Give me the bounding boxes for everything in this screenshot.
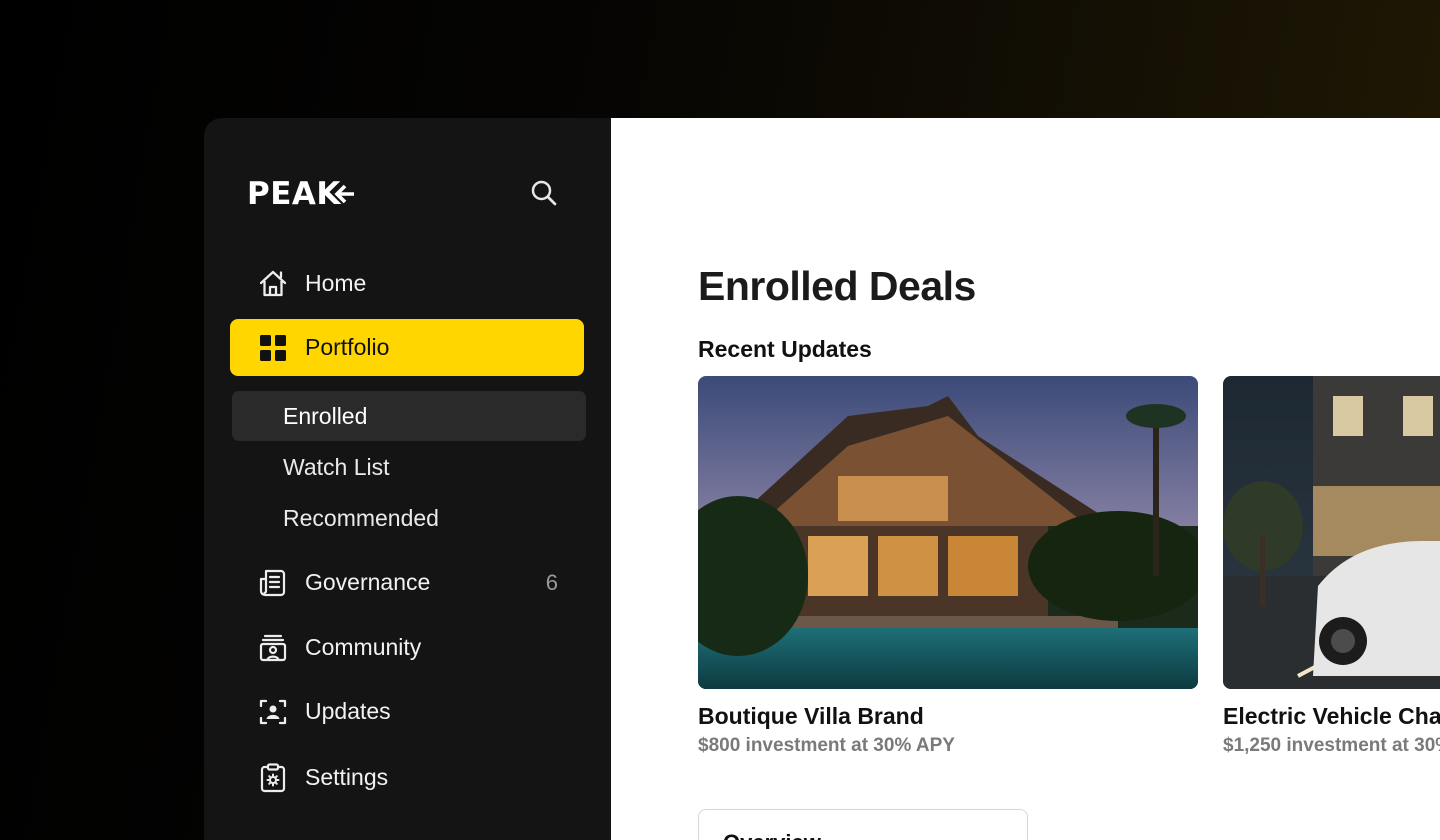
governance-count-badge: 6 (545, 569, 558, 595)
sidebar-item-label: Home (305, 270, 367, 296)
clipboard-gear-icon (257, 762, 289, 794)
sidebar-item-label: Updates (305, 698, 391, 724)
search-button[interactable] (527, 176, 561, 210)
grid-icon (257, 332, 289, 364)
sidebar-item-settings[interactable]: Settings (230, 749, 584, 806)
page-title: Enrolled Deals (698, 263, 976, 309)
sidebar-subitem-watch-list[interactable]: Watch List (232, 442, 586, 492)
home-icon (257, 268, 289, 300)
villa-image (698, 376, 1198, 689)
logo-arrow-icon (334, 184, 354, 204)
sidebar-item-label: Governance (305, 569, 431, 595)
main-content: Enrolled Deals Recent Updates Boutique V… (611, 118, 1440, 840)
ev-charging-image (1223, 376, 1440, 689)
deal-card-electric-vehicle[interactable]: Electric Vehicle Charging $1,250 investm… (1223, 376, 1440, 757)
community-icon (257, 632, 289, 664)
documents-icon (257, 567, 289, 599)
sidebar-item-label: Settings (305, 764, 389, 790)
focus-person-icon (257, 696, 289, 728)
deal-card-boutique-villa[interactable]: Boutique Villa Brand $800 investment at … (698, 376, 1198, 757)
sidebar-item-updates[interactable]: Updates (230, 683, 584, 740)
sidebar-item-label: Portfolio (305, 334, 390, 360)
sidebar-item-governance[interactable]: Governance 6 (230, 554, 584, 611)
sidebar-item-community[interactable]: Community (230, 619, 584, 676)
sidebar-subitem-label: Watch List (283, 453, 390, 480)
deal-card-subtitle: $1,250 investment at 30% APY (1223, 735, 1440, 756)
overview-label: Overview (723, 830, 821, 840)
logo-text: PEAK (247, 176, 341, 212)
section-title-recent-updates: Recent Updates (698, 336, 872, 362)
sidebar-subitem-label: Enrolled (283, 402, 368, 429)
overview-panel[interactable]: Overview (698, 809, 1028, 840)
deal-card-title: Boutique Villa Brand (698, 703, 924, 729)
sidebar-subitem-enrolled[interactable]: Enrolled (232, 391, 586, 441)
sidebar-subitem-recommended[interactable]: Recommended (232, 493, 586, 543)
sidebar: PEAK Home Portfolio Enrolled Watch List … (204, 118, 611, 840)
deal-card-subtitle: $800 investment at 30% APY (698, 735, 955, 756)
sidebar-item-home[interactable]: Home (230, 255, 584, 312)
deal-card-title: Electric Vehicle Charging (1223, 703, 1440, 729)
search-icon (531, 180, 557, 206)
sidebar-item-portfolio[interactable]: Portfolio (230, 319, 584, 376)
app-window: PEAK Home Portfolio Enrolled Watch List … (204, 118, 1440, 840)
sidebar-item-label: Community (305, 634, 422, 660)
peak-logo[interactable]: PEAK (247, 176, 354, 212)
sidebar-subitem-label: Recommended (283, 504, 439, 531)
